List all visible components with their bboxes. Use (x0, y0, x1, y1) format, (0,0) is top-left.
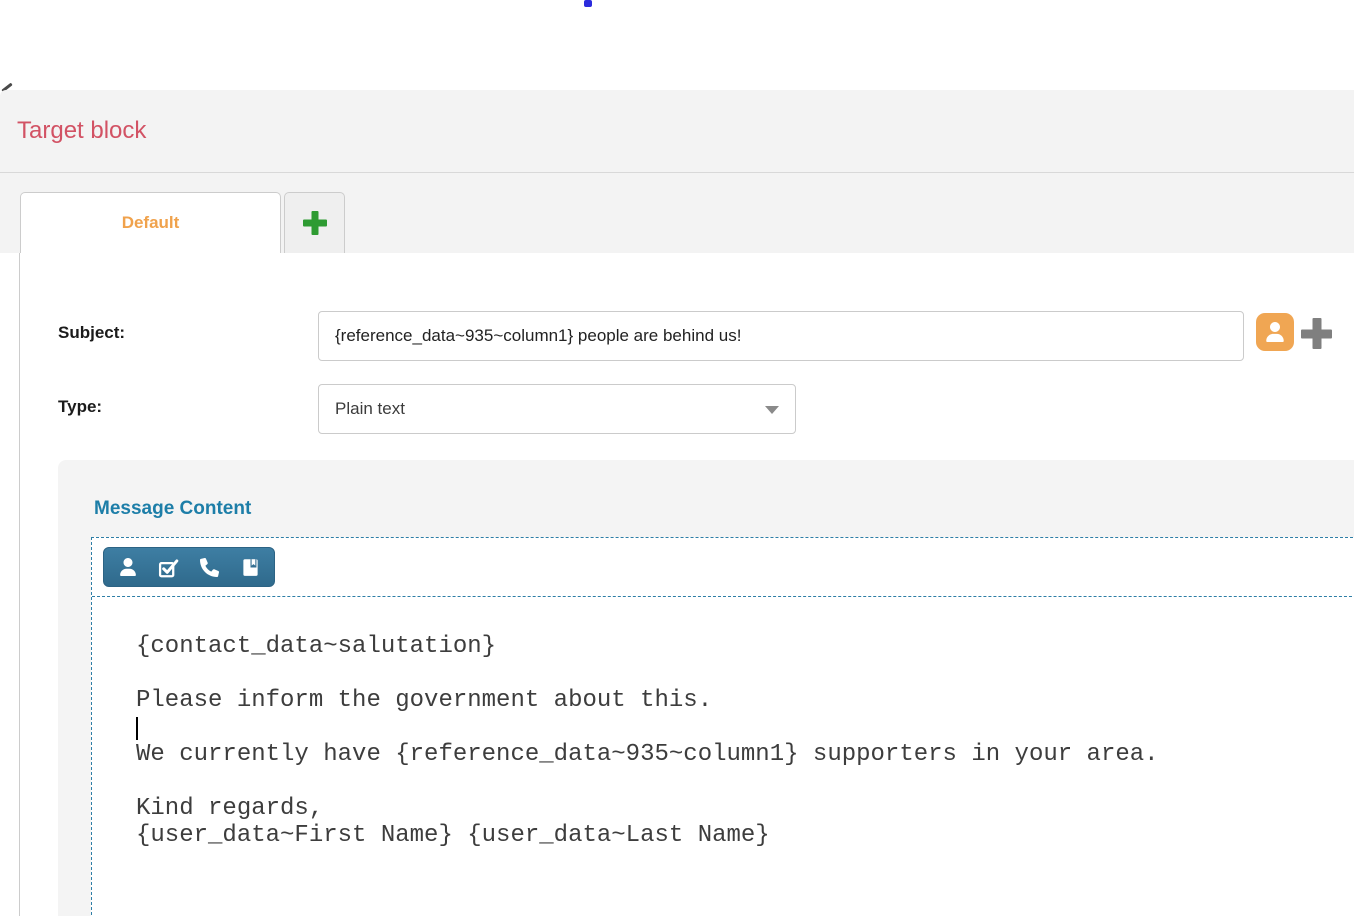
subject-input[interactable]: {reference_data~935~column1} people are … (318, 311, 1244, 361)
phone-icon (200, 558, 219, 577)
type-selected-value: Plain text (335, 399, 405, 419)
subject-value: {reference_data~935~column1} people are … (335, 326, 741, 346)
tab-default[interactable]: Default (20, 192, 281, 253)
message-line: {contact_data~salutation} (136, 633, 1354, 660)
dropdown-arrow-icon (765, 406, 779, 414)
message-line (136, 768, 1354, 795)
message-line: {user_data~First Name} {user_data~Last N… (136, 822, 1354, 849)
editor-toolbar-row (92, 538, 1354, 597)
panel-title: Target block (17, 117, 146, 145)
type-label: Type: (58, 397, 102, 417)
check-square-icon (158, 557, 179, 578)
message-content-section: Message Content (58, 460, 1354, 916)
add-subject-plus-icon[interactable] (1301, 318, 1332, 349)
tab-content: Subject: {reference_data~935~column1} pe… (19, 253, 1354, 916)
add-tab-button[interactable] (284, 192, 345, 253)
insert-contact-field-button[interactable] (1256, 313, 1294, 351)
tab-strip: Default (0, 173, 1354, 253)
user-icon (1265, 322, 1285, 342)
message-line (136, 660, 1354, 687)
blue-marker-artifact (584, 0, 592, 7)
toolbar-contact-button[interactable] (111, 550, 145, 584)
user-icon (119, 558, 137, 576)
message-line (136, 714, 1354, 741)
message-content-heading: Message Content (94, 498, 251, 520)
message-line: We currently have {reference_data~935~co… (136, 741, 1354, 768)
plus-icon (303, 211, 327, 235)
tab-default-label: Default (122, 213, 180, 233)
toolbar-address-book-button[interactable] (233, 550, 267, 584)
message-body[interactable]: {contact_data~salutation} Please inform … (92, 597, 1354, 849)
toolbar-phone-button[interactable] (192, 550, 226, 584)
text-caret (136, 717, 138, 740)
type-select[interactable]: Plain text (318, 384, 796, 434)
message-editor: {contact_data~salutation} Please inform … (91, 537, 1354, 916)
panel-heading: Target block (0, 90, 1354, 173)
message-line: Please inform the government about this. (136, 687, 1354, 714)
target-block-panel: Target block Default Subject: {reference… (0, 90, 1354, 916)
subject-label: Subject: (58, 323, 125, 343)
screen: Target block Default Subject: {reference… (0, 0, 1354, 916)
editor-toolbar (103, 547, 275, 587)
toolbar-survey-button[interactable] (152, 550, 186, 584)
address-book-icon (241, 558, 260, 577)
message-line: Kind regards, (136, 795, 1354, 822)
